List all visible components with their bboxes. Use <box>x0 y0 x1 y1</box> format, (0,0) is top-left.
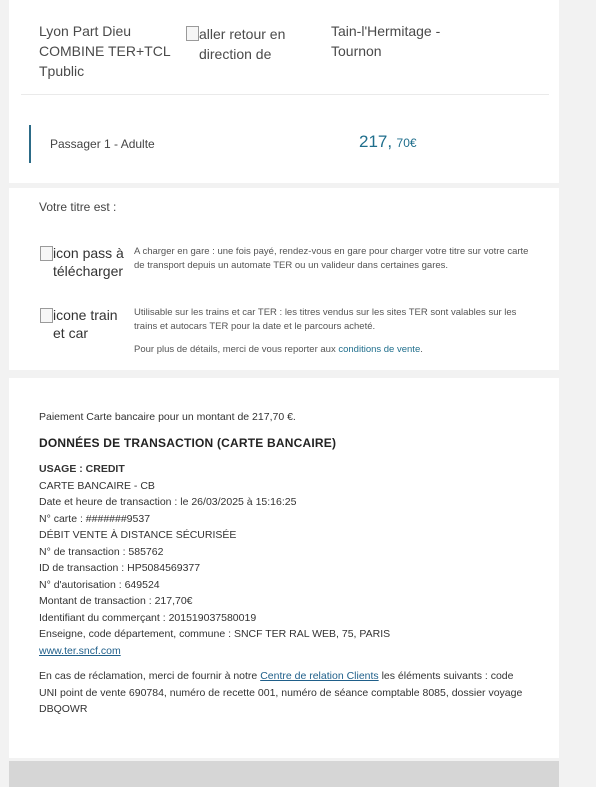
train-car-alt: icone train et car <box>53 307 118 341</box>
price-decimal: 70€ <box>396 136 417 150</box>
broken-image-icon <box>39 246 53 261</box>
page-gutter <box>560 0 596 787</box>
departure-station: Lyon Part Dieu COMBINE TER+TCL Tpublic <box>39 23 171 79</box>
card-type-line: CARTE BANCAIRE - CB <box>39 479 155 492</box>
website-link[interactable]: www.ter.sncf.com <box>39 645 121 657</box>
ticket-title: Votre titre est : <box>39 200 117 214</box>
pass-download-image: icon pass à télécharger <box>39 244 129 280</box>
card-number-line: N° carte : #######9537 <box>39 512 151 525</box>
customer-relations-link[interactable]: Centre de relation Clients <box>260 670 378 682</box>
footer-bar <box>9 761 559 787</box>
arrival-station: Tain-l'Hermitage - Tournon <box>331 23 441 59</box>
direction-image-alt: aller retour en direction de <box>199 26 286 62</box>
transaction-heading: DONNÉES DE TRANSACTION (CARTE BANCAIRE) <box>39 436 337 450</box>
pass-download-alt: icon pass à télécharger <box>53 245 124 279</box>
datetime-line: Date et heure de transaction : le 26/03/… <box>39 496 297 508</box>
direction-image: aller retour en direction de <box>185 24 305 64</box>
claim-prefix: En cas de réclamation, merci de fournir … <box>39 670 261 682</box>
divider <box>21 94 549 95</box>
merchant-id-line: Identifiant du commerçant : 201519037580… <box>39 611 257 624</box>
amount-line: Montant de transaction : 217,70€ <box>39 595 193 607</box>
sales-conditions-link[interactable]: conditions de vente <box>338 344 420 355</box>
price-integer: 217, <box>359 132 393 151</box>
details-line: Pour plus de détails, merci de vous repo… <box>134 343 534 357</box>
passenger-accent-bar <box>29 125 31 163</box>
transaction-id-line: ID de transaction : HP5084569377 <box>39 562 201 574</box>
train-car-description: Utilisable sur les trains et car TER : l… <box>134 307 517 332</box>
details-prefix: Pour plus de détails, merci de vous repo… <box>134 344 339 355</box>
payment-summary: Paiement Carte bancaire pour un montant … <box>39 411 296 423</box>
authorization-line: N° d'autorisation : 649524 <box>39 578 160 591</box>
usage-line: USAGE : CREDIT <box>39 463 125 475</box>
passenger-price: 217, 70€ <box>359 132 417 152</box>
transaction-details: USAGE : CREDIT CARTE BANCAIRE - CB Date … <box>39 461 390 659</box>
broken-image-icon <box>39 308 53 323</box>
details-suffix: . <box>420 344 423 355</box>
download-description: A charger en gare : une fois payé, rende… <box>134 246 529 271</box>
journey-panel: Lyon Part Dieu COMBINE TER+TCL Tpublic a… <box>9 0 559 183</box>
merchant-line: Enseigne, code département, commune : SN… <box>39 628 391 640</box>
claim-paragraph: En cas de réclamation, merci de fournir … <box>39 668 529 718</box>
transaction-number-line: N° de transaction : 585762 <box>39 545 164 558</box>
passenger-label: Passager 1 - Adulte <box>50 137 155 151</box>
payment-panel: Paiement Carte bancaire pour un montant … <box>9 378 559 758</box>
broken-image-icon <box>185 26 199 41</box>
ticket-info-panel: Votre titre est : icon pass à télécharge… <box>9 188 559 370</box>
train-car-image: icone train et car <box>39 306 129 342</box>
debit-line: DÉBIT VENTE À DISTANCE SÉCURISÉE <box>39 529 237 541</box>
